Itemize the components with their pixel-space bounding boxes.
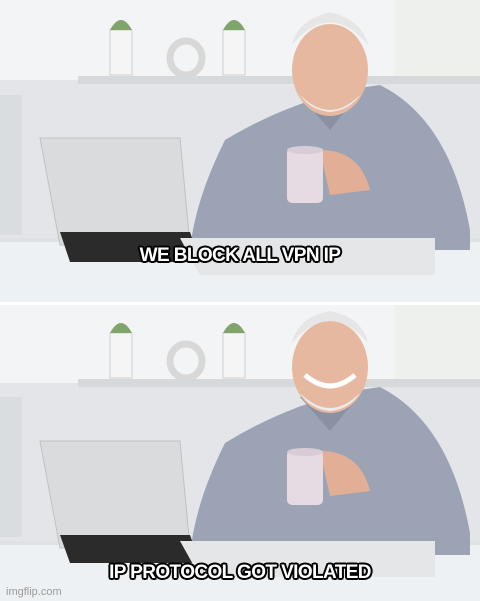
panel-bottom-photo xyxy=(0,305,480,601)
meme-panel-bottom xyxy=(0,305,480,601)
caption-bottom: IP PROTOCOL GOT VIOLATED xyxy=(109,562,371,583)
imgflip-watermark: imgflip.com xyxy=(6,586,62,598)
meme-image: WE BLOCK ALL VPN IP IP PROTOCOL GOT VIOL… xyxy=(0,0,480,601)
caption-top: WE BLOCK ALL VPN IP xyxy=(139,245,341,266)
